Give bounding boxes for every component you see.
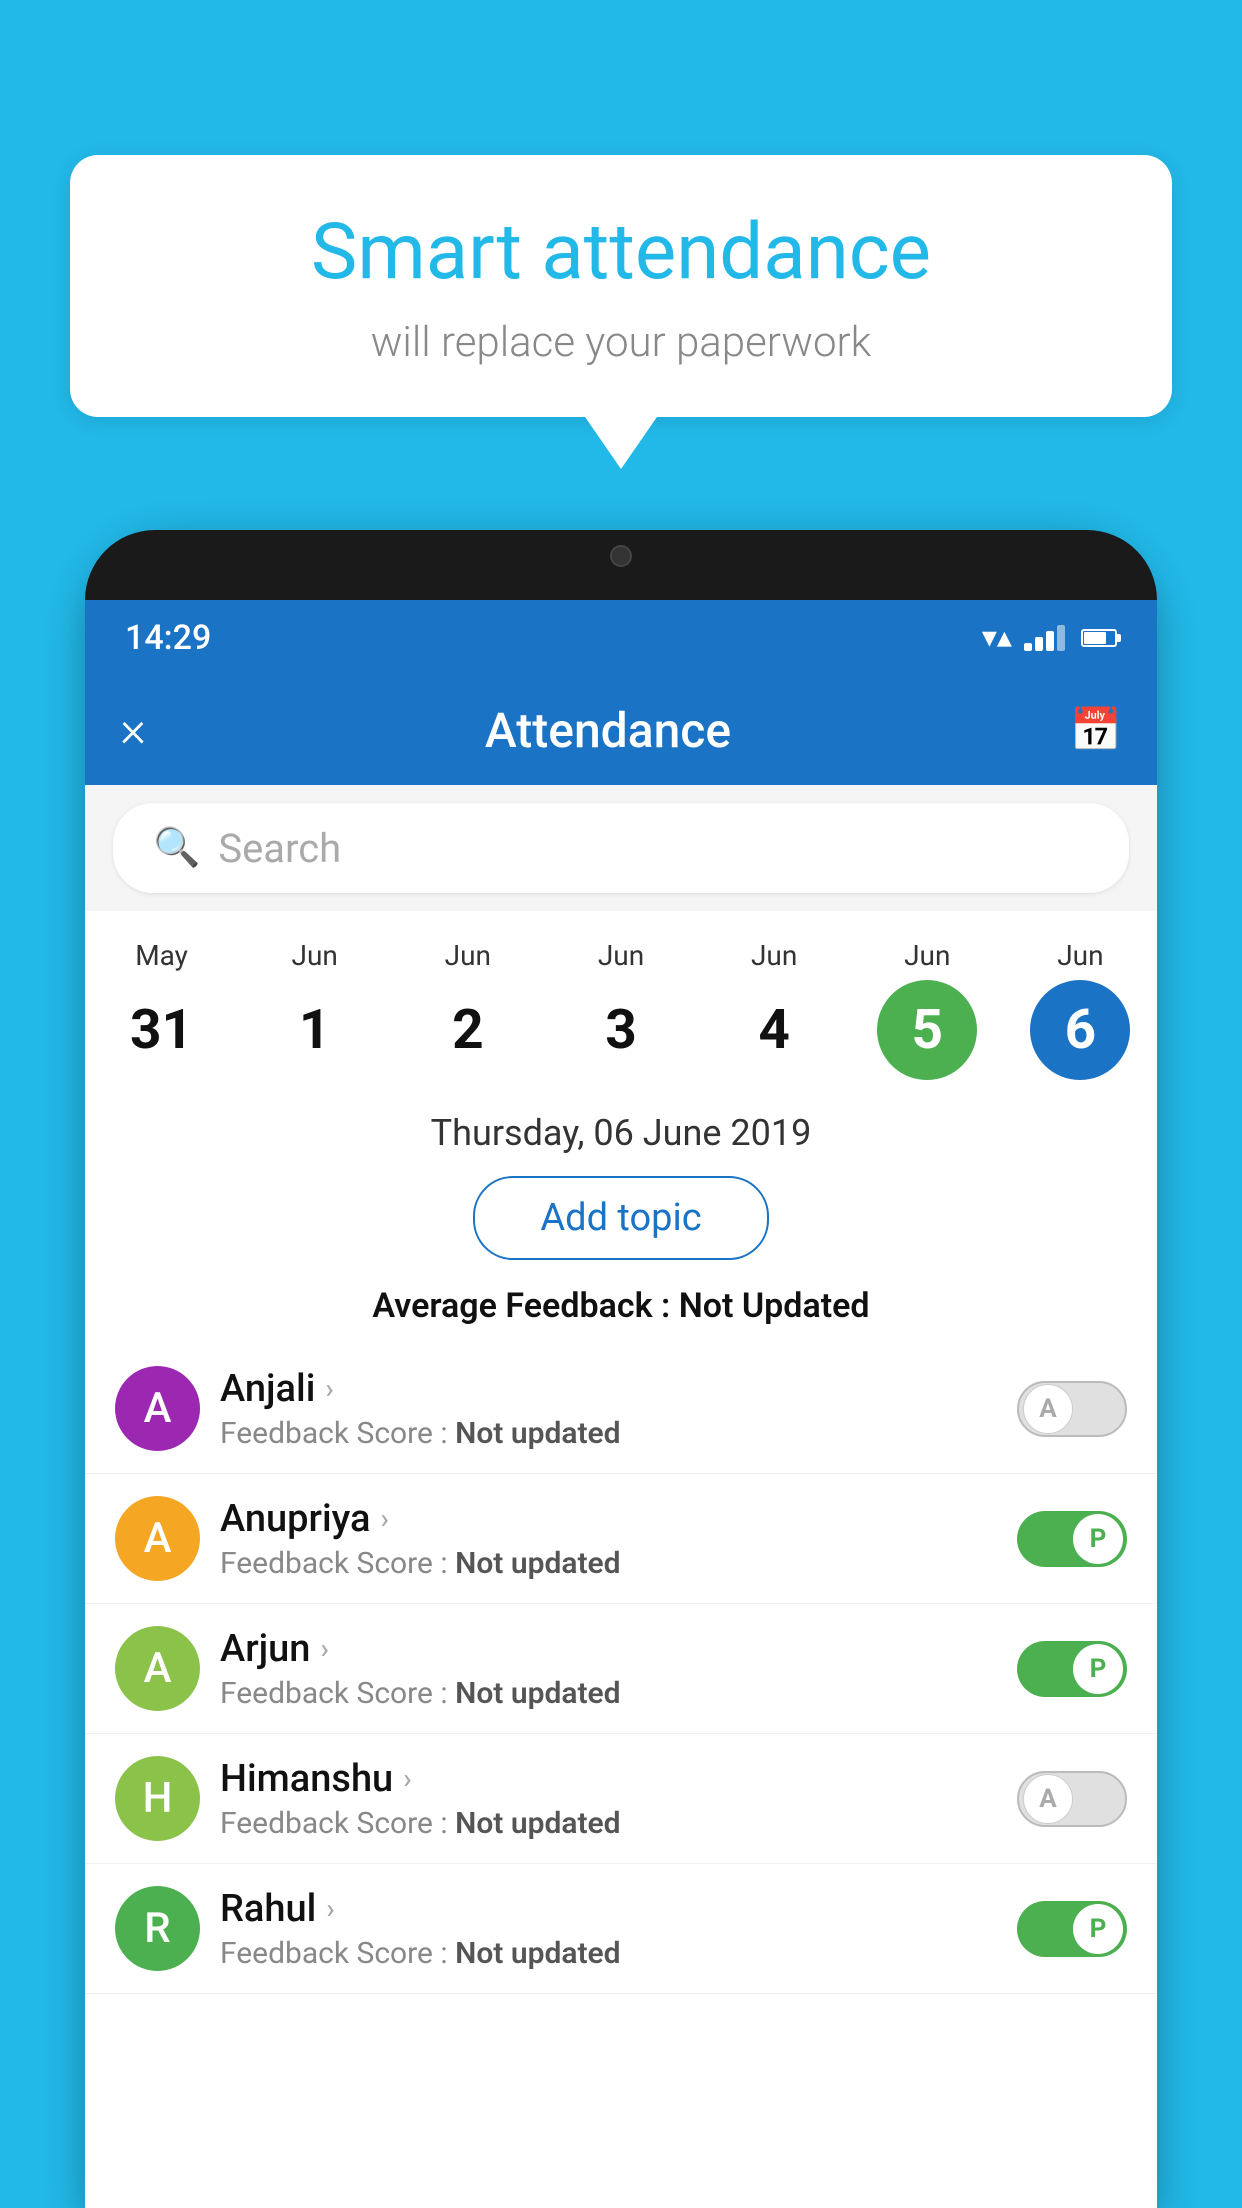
wifi-icon: ▾▴ bbox=[982, 620, 1012, 655]
avg-feedback: Average Feedback : Not Updated bbox=[85, 1276, 1157, 1344]
calendar-icon[interactable]: 📅 bbox=[1070, 706, 1122, 755]
date-col-0[interactable]: May 31 bbox=[85, 929, 238, 1090]
toggle-container-3[interactable]: A bbox=[1017, 1771, 1127, 1827]
student-item-1[interactable]: A Anupriya › Feedback Score : Not updated P bbox=[85, 1474, 1157, 1604]
bubble-title: Smart attendance bbox=[130, 210, 1112, 296]
status-icons: ▾▴ bbox=[982, 620, 1117, 655]
search-bar-container: 🔍 Search bbox=[85, 785, 1157, 911]
student-info-1: Anupriya › Feedback Score : Not updated bbox=[220, 1497, 997, 1581]
student-feedback-1: Feedback Score : Not updated bbox=[220, 1546, 997, 1581]
phone-screen: 14:29 ▾▴ × Attendance 📅 bbox=[85, 600, 1157, 2208]
signal-icon bbox=[1024, 625, 1065, 651]
add-topic-container: Add topic bbox=[85, 1166, 1157, 1276]
phone-frame: 14:29 ▾▴ × Attendance 📅 bbox=[85, 530, 1157, 2208]
toggle-container-4[interactable]: P bbox=[1017, 1901, 1127, 1957]
student-name-1: Anupriya › bbox=[220, 1497, 997, 1541]
attendance-toggle-4[interactable]: P bbox=[1017, 1901, 1127, 1957]
date-col-4[interactable]: Jun 4 bbox=[698, 929, 851, 1090]
student-feedback-0: Feedback Score : Not updated bbox=[220, 1416, 997, 1451]
date-day-1: 1 bbox=[265, 980, 365, 1080]
attendance-toggle-0[interactable]: A bbox=[1017, 1381, 1127, 1437]
attendance-toggle-3[interactable]: A bbox=[1017, 1771, 1127, 1827]
date-day-3: 3 bbox=[571, 980, 671, 1080]
student-avatar-0: A bbox=[115, 1366, 200, 1451]
chevron-right-icon: › bbox=[380, 1502, 388, 1535]
date-month-3: Jun bbox=[598, 939, 644, 972]
date-col-5[interactable]: Jun 5 bbox=[851, 929, 1004, 1090]
student-item-4[interactable]: R Rahul › Feedback Score : Not updated P bbox=[85, 1864, 1157, 1994]
date-day-4: 4 bbox=[724, 980, 824, 1080]
date-month-6: Jun bbox=[1057, 939, 1103, 972]
app-title: Attendance bbox=[485, 702, 731, 759]
student-feedback-2: Feedback Score : Not updated bbox=[220, 1676, 997, 1711]
toggle-knob-0: A bbox=[1023, 1384, 1073, 1434]
student-name-2: Arjun › bbox=[220, 1627, 997, 1671]
date-col-6[interactable]: Jun 6 bbox=[1004, 929, 1157, 1090]
date-month-0: May bbox=[135, 939, 188, 972]
student-item-2[interactable]: A Arjun › Feedback Score : Not updated P bbox=[85, 1604, 1157, 1734]
student-name-4: Rahul › bbox=[220, 1887, 997, 1931]
date-day-5: 5 bbox=[877, 980, 977, 1080]
date-strip: May 31 Jun 1 Jun 2 Jun 3 Jun 4 Jun 5 Jun 6 bbox=[85, 911, 1157, 1090]
date-col-1[interactable]: Jun 1 bbox=[238, 929, 391, 1090]
toggle-container-0[interactable]: A bbox=[1017, 1381, 1127, 1437]
student-info-3: Himanshu › Feedback Score : Not updated bbox=[220, 1757, 997, 1841]
search-icon: 🔍 bbox=[153, 826, 200, 870]
date-day-6: 6 bbox=[1030, 980, 1130, 1080]
toggle-knob-3: A bbox=[1023, 1774, 1073, 1824]
student-info-0: Anjali › Feedback Score : Not updated bbox=[220, 1367, 997, 1451]
chevron-right-icon: › bbox=[320, 1632, 328, 1665]
chevron-right-icon: › bbox=[326, 1892, 334, 1925]
student-info-2: Arjun › Feedback Score : Not updated bbox=[220, 1627, 997, 1711]
student-name-0: Anjali › bbox=[220, 1367, 997, 1411]
student-item-3[interactable]: H Himanshu › Feedback Score : Not updated A bbox=[85, 1734, 1157, 1864]
phone-notch bbox=[556, 530, 686, 580]
date-col-3[interactable]: Jun 3 bbox=[544, 929, 697, 1090]
toggle-container-1[interactable]: P bbox=[1017, 1511, 1127, 1567]
student-name-3: Himanshu › bbox=[220, 1757, 997, 1801]
battery-icon bbox=[1081, 629, 1117, 647]
status-time: 14:29 bbox=[125, 618, 211, 658]
student-avatar-2: A bbox=[115, 1626, 200, 1711]
date-month-4: Jun bbox=[751, 939, 797, 972]
app-header: × Attendance 📅 bbox=[85, 675, 1157, 785]
phone-notch-area bbox=[85, 530, 1157, 600]
phone-camera bbox=[610, 545, 632, 567]
screen-content: 🔍 Search May 31 Jun 1 Jun 2 Jun 3 Jun 4 Jun 5 Jun 6 T… bbox=[85, 785, 1157, 2208]
chevron-right-icon: › bbox=[403, 1762, 411, 1795]
student-feedback-3: Feedback Score : Not updated bbox=[220, 1806, 997, 1841]
toggle-knob-1: P bbox=[1073, 1514, 1123, 1564]
student-avatar-1: A bbox=[115, 1496, 200, 1581]
avg-feedback-value: Not Updated bbox=[679, 1286, 870, 1326]
student-feedback-4: Feedback Score : Not updated bbox=[220, 1936, 997, 1971]
student-list: AAnjali ›Feedback Score : Not updatedAAA… bbox=[85, 1344, 1157, 1994]
student-avatar-3: H bbox=[115, 1756, 200, 1841]
student-item-0[interactable]: A Anjali › Feedback Score : Not updated A bbox=[85, 1344, 1157, 1474]
avg-feedback-label: Average Feedback : bbox=[372, 1286, 670, 1326]
date-day-0: 31 bbox=[112, 980, 212, 1080]
close-button[interactable]: × bbox=[120, 701, 146, 759]
speech-bubble: Smart attendance will replace your paper… bbox=[70, 155, 1172, 417]
date-month-2: Jun bbox=[445, 939, 491, 972]
date-day-2: 2 bbox=[418, 980, 518, 1080]
date-month-5: Jun bbox=[904, 939, 950, 972]
selected-date-label: Thursday, 06 June 2019 bbox=[85, 1090, 1157, 1166]
attendance-toggle-1[interactable]: P bbox=[1017, 1511, 1127, 1567]
date-month-1: Jun bbox=[292, 939, 338, 972]
status-bar: 14:29 ▾▴ bbox=[85, 600, 1157, 675]
attendance-toggle-2[interactable]: P bbox=[1017, 1641, 1127, 1697]
date-col-2[interactable]: Jun 2 bbox=[391, 929, 544, 1090]
toggle-knob-4: P bbox=[1073, 1904, 1123, 1954]
chevron-right-icon: › bbox=[325, 1372, 333, 1405]
bubble-subtitle: will replace your paperwork bbox=[130, 318, 1112, 367]
student-info-4: Rahul › Feedback Score : Not updated bbox=[220, 1887, 997, 1971]
toggle-container-2[interactable]: P bbox=[1017, 1641, 1127, 1697]
student-avatar-4: R bbox=[115, 1886, 200, 1971]
search-bar[interactable]: 🔍 Search bbox=[113, 803, 1129, 893]
search-placeholder: Search bbox=[218, 825, 341, 872]
toggle-knob-2: P bbox=[1073, 1644, 1123, 1694]
add-topic-button[interactable]: Add topic bbox=[473, 1176, 768, 1260]
